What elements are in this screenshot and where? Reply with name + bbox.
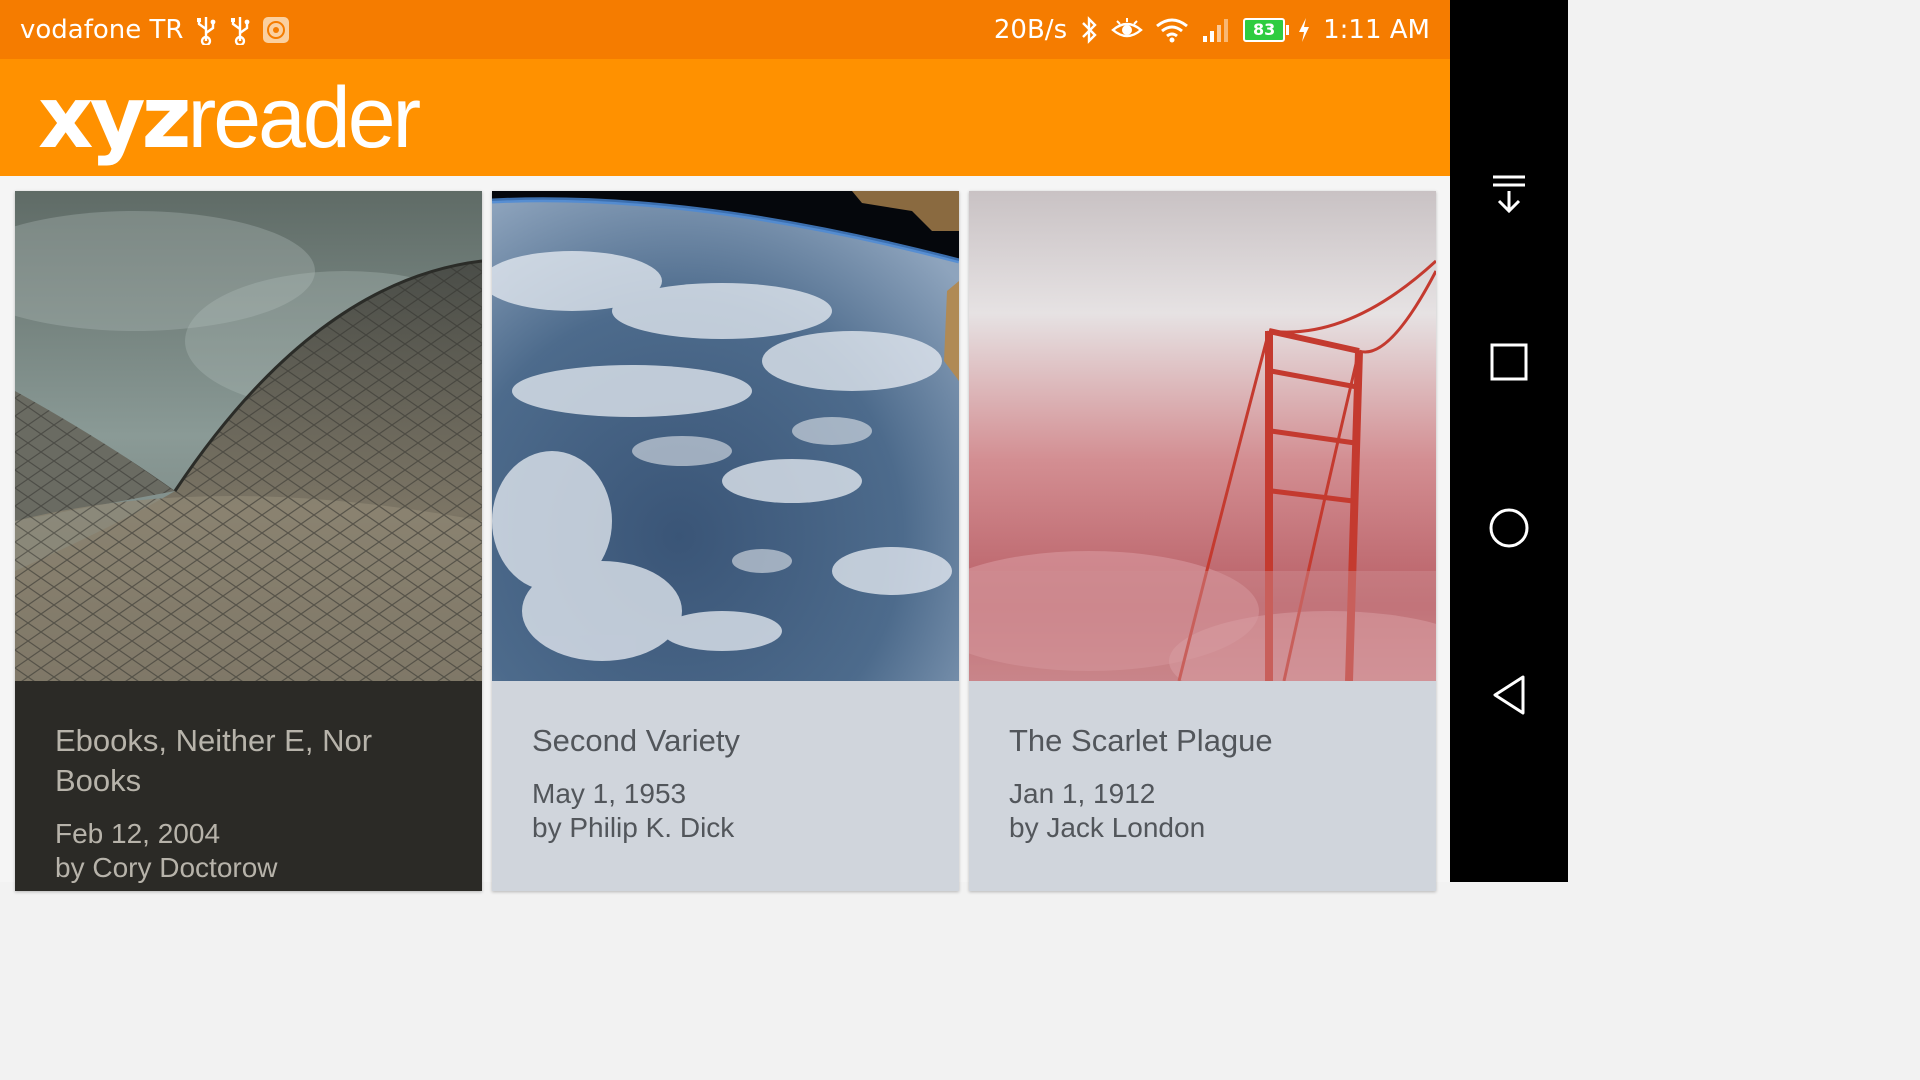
clock: 1:11 AM xyxy=(1323,14,1430,45)
home-icon[interactable] xyxy=(1484,503,1534,553)
charging-icon xyxy=(1297,16,1311,44)
app-bar: xyzreader xyxy=(0,59,1450,176)
article-thumbnail xyxy=(492,191,959,681)
article-title: The Scarlet Plague xyxy=(1009,723,1273,758)
logo-light-text: reader xyxy=(187,69,422,166)
usb-icon xyxy=(195,15,217,45)
article-card[interactable]: The Scarlet Plague Jan 1, 1912 by Jack L… xyxy=(969,191,1436,891)
wifi-icon xyxy=(1155,16,1189,44)
article-author: by Cory Doctorow xyxy=(55,852,278,883)
article-title: Second Variety xyxy=(532,723,740,758)
bluetooth-icon xyxy=(1079,15,1099,45)
usb-icon xyxy=(229,15,251,45)
mi-app-icon xyxy=(263,16,290,43)
battery-icon: 83 xyxy=(1243,17,1290,42)
app-logo: xyzreader xyxy=(38,75,421,161)
logo-bold-text: xyz xyxy=(38,67,192,168)
article-author: by Jack London xyxy=(1009,812,1206,843)
back-icon[interactable] xyxy=(1484,670,1534,720)
article-thumbnail xyxy=(969,191,1436,681)
article-meta: Second Variety May 1, 1953 by Philip K. … xyxy=(492,681,959,891)
network-speed: 20B/s xyxy=(993,14,1068,45)
article-meta: Ebooks, Neither E, Nor Books Feb 12, 200… xyxy=(15,681,482,891)
navigation-bar xyxy=(1450,0,1568,882)
notification-pull-icon[interactable] xyxy=(1484,170,1534,220)
article-grid: Ebooks, Neither E, Nor Books Feb 12, 200… xyxy=(0,176,1450,891)
carrier-label: vodafone TR xyxy=(20,14,184,45)
article-date: May 1, 1953 xyxy=(532,778,687,809)
article-date: Jan 1, 1912 xyxy=(1009,778,1156,809)
article-date: Feb 12, 2004 xyxy=(55,818,221,849)
article-author: by Philip K. Dick xyxy=(532,812,735,843)
status-bar: vodafone TR 20B/s 83 1:11 AM xyxy=(0,0,1450,59)
recent-apps-icon[interactable] xyxy=(1484,337,1534,387)
article-title: Ebooks, Neither E, Nor Books xyxy=(55,723,373,798)
eye-icon xyxy=(1111,16,1143,44)
article-thumbnail xyxy=(15,191,482,681)
signal-icon xyxy=(1201,16,1231,44)
article-meta: The Scarlet Plague Jan 1, 1912 by Jack L… xyxy=(969,681,1436,891)
battery-level: 83 xyxy=(1252,20,1276,39)
article-card[interactable]: Second Variety May 1, 1953 by Philip K. … xyxy=(492,191,959,891)
article-card[interactable]: Ebooks, Neither E, Nor Books Feb 12, 200… xyxy=(15,191,482,891)
